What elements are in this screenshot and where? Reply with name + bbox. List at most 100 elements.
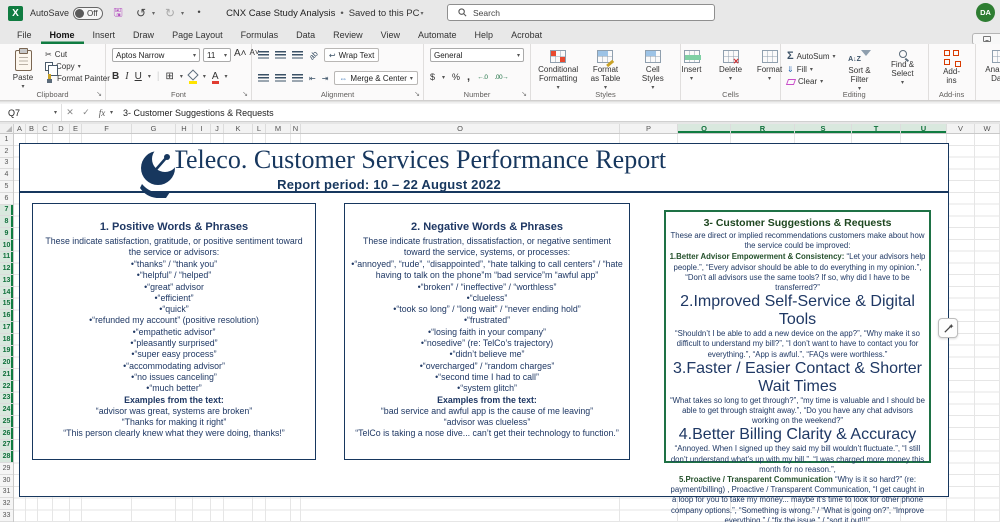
fill-color-icon[interactable] (187, 69, 199, 84)
row-header-22[interactable]: 22 (0, 380, 13, 393)
cancel-icon[interactable]: ✕ (62, 107, 78, 118)
row-header-11[interactable]: 11 (0, 251, 13, 264)
column-header-K[interactable]: K (224, 124, 253, 133)
report-chart-area[interactable]: Teleco. Customer Services Performance Re… (19, 143, 949, 522)
column-header-D[interactable]: D (53, 124, 70, 133)
decrease-decimal-icon[interactable]: .00→ (495, 74, 509, 81)
column-header-T[interactable]: T (852, 124, 901, 133)
merge-center-chevron-icon[interactable]: ▾ (410, 75, 413, 82)
sheet-canvas[interactable]: 1 2 3 4 5 6 7 8 9 10 11 12 13 14 15 16 17 18 19 20 21 22 23 24 2… (0, 134, 1000, 522)
tab-automate[interactable]: Automate (409, 26, 466, 44)
autosum-button[interactable]: Σ AutoSum ▾ (787, 50, 836, 62)
column-header-I[interactable]: I (193, 124, 211, 133)
save-icon[interactable]: 🖫 (110, 4, 126, 23)
format-as-table-button[interactable]: Format as Table ▾ (584, 48, 626, 94)
cut-button[interactable]: ✂ Cut (45, 50, 110, 59)
row-header-16[interactable]: 16 (0, 310, 13, 322)
avatar[interactable]: DA (976, 3, 995, 22)
row-header-6[interactable]: 6 (0, 193, 13, 205)
row-header-23[interactable]: 23 (0, 392, 13, 405)
clear-chevron-icon[interactable]: ▾ (820, 78, 823, 85)
row-header-32[interactable]: 32 (0, 498, 13, 510)
row-header-13[interactable]: 13 (0, 275, 13, 287)
row-header-5[interactable]: 5 (0, 181, 13, 193)
document-title[interactable]: CNX Case Study Analysis • Saved to this … (226, 8, 423, 19)
sort-filter-button[interactable]: A↓Z Sort & Filter ▾ (841, 48, 879, 95)
row-header-31[interactable]: 31 (0, 487, 13, 499)
row-header-8[interactable]: 8 (0, 216, 13, 228)
fill-button[interactable]: ⇓ Fill ▾ (787, 65, 836, 74)
fill-color-chevron-icon[interactable]: ▾ (203, 73, 206, 80)
find-select-button[interactable]: Find & Select ▾ (884, 48, 922, 89)
tab-draw[interactable]: Draw (124, 26, 163, 44)
column-header-N[interactable]: N (291, 124, 301, 133)
search-input[interactable]: Search (447, 4, 715, 21)
tab-help[interactable]: Help (466, 26, 503, 44)
copy-button[interactable]: Copy ▾ (45, 62, 110, 76)
row-header-3[interactable]: 3 (0, 158, 13, 170)
tab-page-layout[interactable]: Page Layout (163, 26, 232, 44)
conditional-formatting-button[interactable]: Conditional Formatting ▾ (537, 48, 579, 94)
row-header-27[interactable]: 27 (0, 439, 13, 452)
number-dialog-launcher-icon[interactable]: ↘ (521, 90, 527, 98)
increase-decimal-icon[interactable]: ←.0 (477, 74, 488, 81)
increase-font-icon[interactable]: A˄ (234, 48, 247, 62)
delete-chevron-icon[interactable]: ▾ (729, 76, 732, 83)
column-header-E[interactable]: E (70, 124, 82, 133)
addins-button[interactable]: Add-ins (935, 48, 969, 87)
delete-cells-button[interactable]: Delete ▾ (714, 48, 748, 85)
underline-button[interactable]: U (135, 71, 142, 82)
row-header-17[interactable]: 17 (0, 322, 13, 334)
copy-chevron-icon[interactable]: ▾ (78, 63, 81, 70)
column-header-O[interactable]: O (301, 124, 620, 133)
row-header-12[interactable]: 12 (0, 263, 13, 275)
customize-qat-icon[interactable]: ᭼ (191, 2, 207, 24)
align-left-icon[interactable] (258, 74, 269, 82)
tab-view[interactable]: View (372, 26, 409, 44)
tab-insert[interactable]: Insert (84, 26, 125, 44)
borders-chevron-icon[interactable]: ▾ (180, 73, 183, 80)
align-bottom-icon[interactable] (292, 51, 303, 59)
column-header-R[interactable]: R (731, 124, 795, 133)
tab-formulas[interactable]: Formulas (232, 26, 288, 44)
column-header-P[interactable]: P (620, 124, 678, 133)
formula-value[interactable]: 3- Customer Suggestions & Requests (123, 108, 274, 118)
row-header-21[interactable]: 21 (0, 369, 13, 381)
chart-quick-tools-button[interactable] (938, 318, 958, 338)
orientation-icon[interactable]: ab (307, 49, 320, 62)
row-header-28[interactable]: 28 (0, 451, 13, 463)
font-dialog-launcher-icon[interactable]: ↘ (242, 90, 248, 98)
font-color-chevron-icon[interactable]: ▾ (225, 73, 228, 80)
undo-icon[interactable]: ↺ (133, 6, 149, 20)
name-box-chevron-icon[interactable]: ▾ (54, 109, 57, 116)
tab-home[interactable]: Home (40, 26, 84, 44)
clipboard-dialog-launcher-icon[interactable]: ↘ (96, 90, 102, 98)
fill-chevron-icon[interactable]: ▾ (810, 66, 813, 73)
row-header-25[interactable]: 25 (0, 416, 13, 428)
borders-icon[interactable]: ⊞ (165, 71, 173, 82)
column-header-U[interactable]: U (901, 124, 947, 133)
number-format-select[interactable]: General ▾ (430, 48, 524, 62)
cell-styles-button[interactable]: Cell Styles ▾ (632, 48, 674, 94)
tab-review[interactable]: Review (324, 26, 372, 44)
font-size-select[interactable]: 11 ▾ (203, 48, 231, 62)
row-header-24[interactable]: 24 (0, 404, 13, 416)
insert-cells-button[interactable]: Insert ▾ (675, 48, 709, 85)
column-header-H[interactable]: H (176, 124, 193, 133)
row-header-7[interactable]: 7 (0, 204, 13, 217)
paste-button[interactable]: Paste ▾ (6, 48, 40, 93)
comma-style-icon[interactable]: , (467, 71, 470, 83)
column-header-F[interactable]: F (82, 124, 132, 133)
column-header-V[interactable]: V (947, 124, 975, 133)
wrap-text-button[interactable]: ↩ Wrap Text (323, 48, 380, 62)
row-header-15[interactable]: 15 (0, 298, 13, 311)
title-chevron-icon[interactable]: ▾ (420, 10, 423, 17)
row-header-33[interactable]: 33 (0, 510, 13, 522)
tab-data[interactable]: Data (287, 26, 324, 44)
find-select-chevron-icon[interactable]: ▾ (901, 80, 904, 87)
autosave-toggle[interactable]: Off (73, 6, 104, 20)
font-color-icon[interactable]: A (211, 71, 219, 84)
merge-center-button[interactable]: ⇔ Merge & Center ▾ (334, 71, 418, 85)
row-header-18[interactable]: 18 (0, 333, 13, 346)
alignment-dialog-launcher-icon[interactable]: ↘ (414, 90, 420, 98)
